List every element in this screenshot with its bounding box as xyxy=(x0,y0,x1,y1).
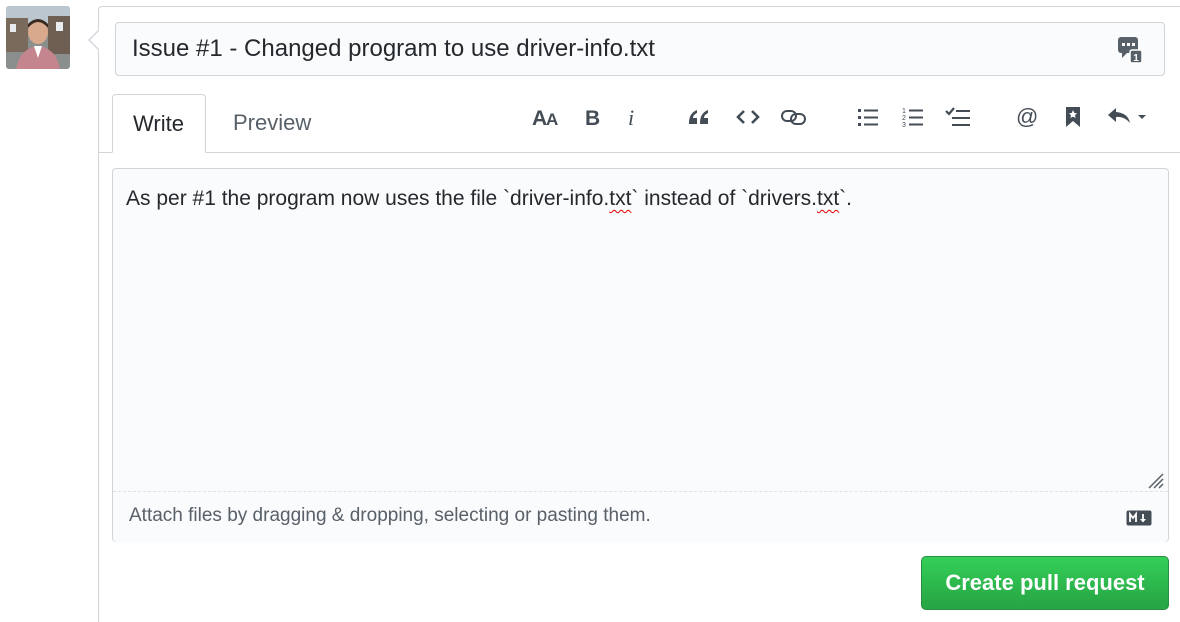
svg-text:A: A xyxy=(532,107,547,128)
task-list-icon[interactable] xyxy=(944,104,972,130)
svg-text:A: A xyxy=(546,110,558,128)
title-input[interactable] xyxy=(115,22,1165,76)
reply-icon[interactable] xyxy=(1106,104,1150,130)
avatar[interactable] xyxy=(6,6,70,69)
svg-text:2: 2 xyxy=(902,115,906,122)
svg-text:B: B xyxy=(585,107,600,128)
comment-body-text: As per #1 the program now uses the file … xyxy=(126,187,852,210)
mention-icon[interactable]: @ xyxy=(1015,104,1041,130)
quote-icon[interactable] xyxy=(686,104,712,130)
link-icon[interactable] xyxy=(780,104,808,130)
saved-replies-icon[interactable]: 1 xyxy=(1117,36,1143,64)
ordered-list-icon[interactable]: 1 2 3 xyxy=(901,104,925,130)
svg-text:1: 1 xyxy=(902,108,906,115)
tab-write[interactable]: Write xyxy=(112,94,206,153)
svg-text:3: 3 xyxy=(902,122,906,128)
comment-body-textarea[interactable]: As per #1 the program now uses the file … xyxy=(112,168,1169,542)
italic-icon[interactable]: i xyxy=(622,104,642,130)
svg-text:i: i xyxy=(628,106,634,128)
file-attach-dropzone[interactable]: Attach files by dragging & dropping, sel… xyxy=(113,491,1168,542)
text-size-icon[interactable]: A A xyxy=(530,104,562,130)
svg-text:1: 1 xyxy=(1133,53,1139,64)
create-pull-request-button[interactable]: Create pull request xyxy=(921,556,1169,610)
resize-handle-icon[interactable] xyxy=(1146,471,1164,489)
bookmark-icon[interactable] xyxy=(1062,104,1084,130)
markdown-icon[interactable] xyxy=(1126,510,1152,526)
unordered-list-icon[interactable] xyxy=(856,104,880,130)
code-icon[interactable] xyxy=(735,104,761,130)
svg-text:@: @ xyxy=(1016,105,1038,129)
attach-files-hint: Attach files by dragging & dropping, sel… xyxy=(129,505,651,526)
tab-preview[interactable]: Preview xyxy=(213,94,331,153)
bold-icon[interactable]: B xyxy=(582,104,602,130)
